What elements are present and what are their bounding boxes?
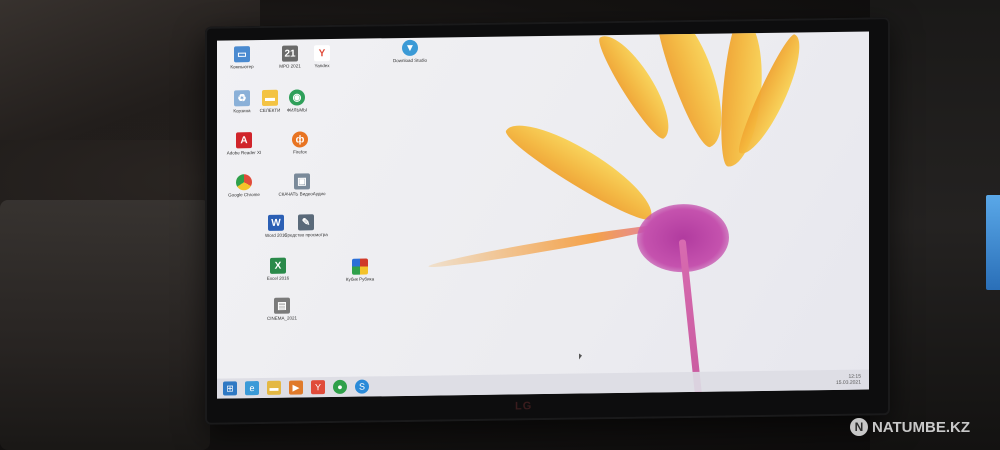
rubik-icon [352, 258, 368, 275]
taskbar-media-player-icon[interactable]: ▶ [289, 380, 303, 395]
desktop-screen: ▭ Компьютер 21 МРО 2021 Y Yandex ▼ Downl… [217, 31, 869, 399]
watermark-badge-icon: N [849, 418, 868, 436]
desktop-icon-media[interactable]: ◉ ФИЛЬМЫ [272, 89, 322, 113]
wallpaper-petal [500, 109, 664, 228]
desktop-icon-excel[interactable]: X Excel 2016 [253, 257, 303, 281]
pdf-icon: A [236, 132, 252, 149]
system-clock[interactable]: 12:15 15.03.2021 [836, 374, 861, 386]
excel-icon: X [270, 257, 286, 274]
desktop-icon-cinema[interactable]: ▤ CINEMA_2021 [257, 297, 307, 321]
desktop-icon-download-studio[interactable]: ▼ Download Studio [385, 39, 435, 64]
desktop-icon-rubik[interactable]: Кубик Рубика [335, 258, 385, 282]
taskbar: ⊞ e ▬ ▶ Y ● S 12:15 15.03.2021 [217, 369, 869, 399]
desktop-icon-chrome[interactable]: Google Chrome [219, 174, 269, 198]
desktop-icon-computer[interactable]: ▭ Компьютер [217, 46, 267, 70]
mouse-cursor-icon [579, 353, 582, 360]
download-studio-icon: ▼ [402, 39, 418, 57]
document-icon: ▤ [274, 297, 290, 314]
media-icon: ◉ [289, 89, 305, 106]
desktop-icon-yandex[interactable]: Y Yandex [297, 45, 347, 69]
monitor-brand-logo: LG [515, 400, 533, 413]
watermark: N NATUMBE.KZ [849, 418, 970, 436]
background-bag [0, 200, 210, 450]
chrome-icon [236, 174, 252, 191]
app-icon: 21 [282, 45, 298, 62]
desktop-icon-downloader[interactable]: ▣ СКАЧАТЬ ВидеоАудио [277, 173, 327, 197]
taskbar-yandex-icon[interactable]: Y [311, 380, 325, 395]
taskbar-chrome-icon[interactable]: ● [333, 379, 347, 394]
taskbar-folder-icon[interactable]: ▬ [267, 380, 281, 395]
watermark-text: NATUMBE.KZ [871, 418, 970, 436]
downloader-icon: ▣ [294, 173, 310, 190]
desktop-icon-firefox[interactable]: ф Firefox [275, 131, 325, 155]
taskbar-explorer-icon[interactable]: e [245, 381, 259, 396]
monitor: ▭ Компьютер 21 МРО 2021 Y Yandex ▼ Downl… [205, 17, 890, 425]
taskbar-skype-icon[interactable]: S [355, 379, 369, 394]
desktop-icon-viewer[interactable]: ✎ Средство просмотра [281, 214, 331, 238]
computer-icon: ▭ [234, 46, 250, 63]
start-icon[interactable]: ⊞ [223, 381, 237, 396]
yandex-icon: Y [314, 45, 330, 62]
viewer-icon: ✎ [298, 214, 314, 231]
secondary-screen-edge [986, 195, 1000, 290]
desktop-icon-adobe-reader[interactable]: A Adobe Reader XI [219, 132, 269, 156]
firefox-icon: ф [292, 131, 308, 148]
clock-date: 15.03.2021 [835, 379, 861, 386]
wallpaper-leaf [427, 220, 667, 272]
